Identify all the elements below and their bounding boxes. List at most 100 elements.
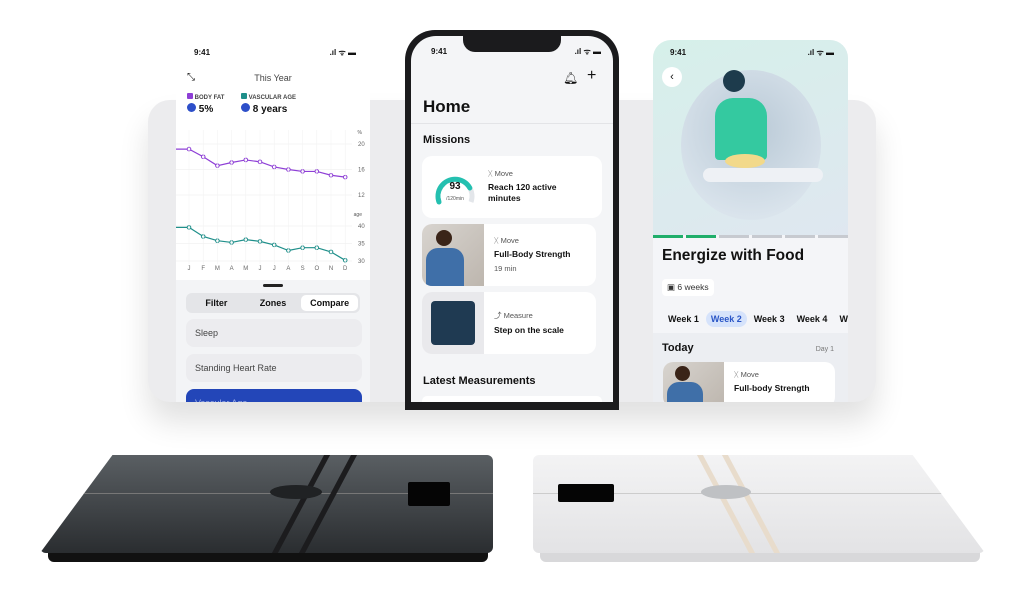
mission-title: Full-Body Strength (494, 249, 571, 259)
x-tick-label: D (343, 266, 348, 272)
mission-duration: 19 min (494, 264, 517, 273)
divider (411, 123, 613, 124)
week-tab[interactable]: Week 3 (749, 311, 790, 327)
bottom-sheet: Filter Zones Compare Sleep Standing Hear… (176, 280, 370, 402)
y-tick-label: 35 (358, 242, 365, 248)
mission-card-active-minutes[interactable]: 93 /120min ᚷ Move Reach 120 active minut… (422, 156, 602, 218)
duration-badge: ▣ 6 weeks (662, 279, 714, 296)
week-tab[interactable]: Week 1 (663, 311, 704, 327)
progress-segment (686, 235, 716, 238)
segment-compare[interactable]: Compare (301, 295, 359, 311)
vascular-age-value: 8 years (241, 103, 287, 115)
back-button[interactable]: ‹ (662, 67, 682, 87)
segmented-control: Filter Zones Compare (186, 293, 360, 313)
x-tick-label: N (329, 266, 333, 272)
segment-filter[interactable]: Filter (188, 295, 245, 311)
gauge-unit: /120min (446, 196, 464, 202)
mission-category: ⤴ Measure (494, 311, 533, 320)
mission-category: ᚷ Move (494, 236, 519, 245)
status-time: 9:41 (670, 48, 687, 57)
legend-body-fat: BODY FAT (187, 93, 224, 101)
mission-title: Step on the scale (494, 325, 564, 335)
status-icons: .ıl ᯤ ▬ (574, 47, 601, 56)
move-icon: ᚷ (734, 370, 739, 379)
y-tick-label: 20 (358, 142, 365, 148)
program-progress (653, 235, 848, 238)
today-section: Today Day 1 ᚷ Move Full-body Strength (653, 333, 848, 402)
bell-icon[interactable]: 🔔︎ (563, 71, 578, 85)
measurement-card[interactable] (422, 396, 602, 402)
axis-unit: % (358, 130, 363, 136)
mission-category: ᚷ Move (488, 169, 513, 178)
progress-segment (785, 235, 815, 238)
activity-category: ᚷ Move (734, 370, 759, 379)
mission-title: Reach 120 active minutes (488, 182, 557, 203)
calendar-icon: ▣ (667, 282, 676, 292)
activity-card[interactable]: ᚷ Move Full-body Strength (663, 362, 835, 402)
add-icon[interactable]: + (587, 67, 596, 85)
program-illustration (653, 40, 848, 235)
scale-display (408, 482, 450, 506)
missions-heading: Missions (423, 134, 471, 146)
program-title: Energize with Food (662, 247, 805, 264)
workout-photo (663, 362, 724, 402)
notch (463, 36, 561, 52)
week-tab[interactable]: Week 2 (705, 311, 747, 327)
trend-charts: % 20 16 12 age 40 35 30 J F M A M J J A S O N D (176, 130, 365, 272)
scale-thumbnail (422, 292, 484, 354)
program-screen: 9:41 .ıl ᯤ ▬ ‹ Energize with Food ▣ 6 we… (653, 40, 848, 402)
mission-card-strength[interactable]: ᚷ Move Full-Body Strength 19 min (422, 224, 596, 286)
today-heading: Today (662, 342, 694, 354)
x-tick-label: A (286, 266, 290, 272)
x-tick-label: O (314, 266, 319, 272)
body-fat-value: 5% (187, 103, 213, 115)
white-smart-scale (533, 455, 985, 553)
week-tab[interactable]: W (834, 311, 848, 327)
progress-segment (752, 235, 782, 238)
legend-vascular-age: VASCULAR AGE (241, 93, 296, 101)
progress-segment (719, 235, 749, 238)
activity-title: Full-body Strength (734, 383, 810, 393)
y-tick-label: 16 (358, 168, 365, 174)
x-tick-label: J (259, 266, 262, 272)
status-icons: .ıl ᯤ ▬ (807, 48, 834, 57)
x-tick-label: J (273, 266, 276, 272)
segment-zones[interactable]: Zones (245, 295, 302, 311)
period-label: This Year (254, 73, 292, 83)
x-tick-label: S (301, 266, 305, 272)
drag-handle[interactable] (263, 284, 283, 287)
latest-measurements-heading: Latest Measurements (423, 375, 536, 387)
move-icon: ᚷ (488, 169, 493, 178)
black-smart-scale (40, 455, 493, 553)
status-time: 9:41 (431, 47, 448, 56)
scale-display (558, 484, 614, 502)
trends-screen: 9:41 .ıl ᯤ ▬ ⤡ This Year BODY FAT 5% VAS… (176, 40, 370, 402)
measure-icon: ⤴ (494, 311, 502, 320)
list-item-standing-heart-rate[interactable]: Standing Heart Rate (186, 354, 362, 382)
progress-segment (653, 235, 683, 238)
chevron-left-icon: ‹ (670, 71, 674, 83)
y-tick-label: 12 (358, 193, 365, 199)
page-title: Home (423, 97, 471, 116)
axis-unit: age (354, 212, 363, 218)
move-icon: ᚷ (494, 236, 499, 245)
x-tick-label: M (243, 266, 248, 272)
series-line (176, 226, 346, 261)
activity-gauge: 93 /120min (422, 156, 488, 218)
list-item-sleep[interactable]: Sleep (186, 319, 362, 347)
x-tick-label: M (215, 266, 220, 272)
status-icons: .ıl ᯤ ▬ (329, 48, 356, 57)
progress-segment (818, 235, 848, 238)
y-tick-label: 40 (358, 224, 365, 230)
mission-card-scale[interactable]: ⤴ Measure Step on the scale (422, 292, 596, 354)
y-tick-label: 30 (358, 259, 365, 265)
gauge-value: 93 (449, 181, 461, 192)
status-time: 9:41 (194, 48, 211, 57)
x-tick-label: A (230, 266, 234, 272)
x-tick-label: F (201, 266, 205, 272)
week-tabs: Week 1 Week 2 Week 3 Week 4W (663, 311, 848, 327)
workout-photo (422, 224, 484, 286)
list-item-vascular-age[interactable]: Vascular Age (186, 389, 362, 402)
week-tab[interactable]: Week 4 (792, 311, 833, 327)
day-label: Day 1 (815, 346, 834, 353)
